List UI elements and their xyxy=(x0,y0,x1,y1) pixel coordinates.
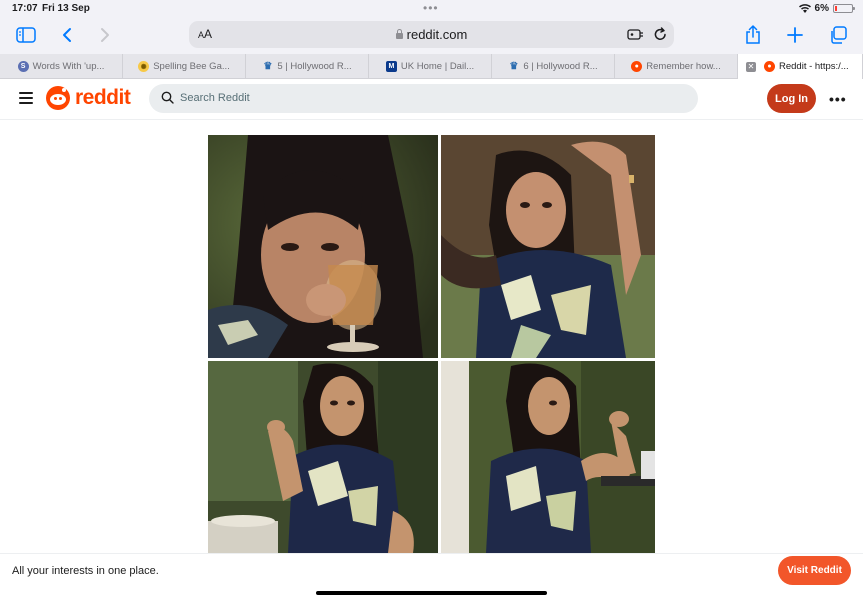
status-right: 6% xyxy=(798,3,855,14)
menu-icon[interactable] xyxy=(19,92,33,104)
url-display[interactable]: reddit.com xyxy=(189,27,674,42)
bottom-banner: All your interests in one place. Visit R… xyxy=(0,553,863,600)
reddit-header: reddit Search Reddit Log In ••• xyxy=(0,79,863,120)
status-bar: 17:07 Fri 13 Sep ••• 6% xyxy=(0,0,863,17)
status-date: Fri 13 Sep xyxy=(42,3,90,14)
lock-icon xyxy=(395,29,403,39)
tab-label: Spelling Bee Ga... xyxy=(153,61,230,72)
sidebar-toggle-icon[interactable] xyxy=(14,23,38,47)
reddit-icon: ● xyxy=(764,61,775,72)
tab-spelling-bee[interactable]: ✺ Spelling Bee Ga... xyxy=(123,54,246,79)
tab-reddit-active[interactable]: ✕ ● Reddit - https:/... xyxy=(738,54,863,79)
photo-top-right[interactable] xyxy=(441,135,655,358)
tab-hollywood-5[interactable]: ♛ 5 | Hollywood R... xyxy=(246,54,369,79)
crown-icon: ♛ xyxy=(263,61,273,72)
tab-label: Remember how... xyxy=(646,61,721,72)
visit-reddit-button[interactable]: Visit Reddit xyxy=(778,556,851,585)
share-icon[interactable] xyxy=(741,23,765,47)
status-time: 17:07 xyxy=(12,3,38,14)
reader-extension-icon[interactable] xyxy=(627,26,644,43)
photo-bottom-right[interactable] xyxy=(441,361,655,553)
m-square-icon: M xyxy=(385,61,397,72)
new-tab-icon[interactable] xyxy=(783,23,807,47)
tab-label: Words With 'up... xyxy=(32,61,105,72)
multitasking-dots-icon[interactable]: ••• xyxy=(423,1,439,15)
banner-message: All your interests in one place. xyxy=(12,565,159,577)
reddit-icon: ● xyxy=(631,61,643,72)
tab-label: UK Home | Dail... xyxy=(400,61,475,72)
snoo-icon xyxy=(46,86,70,110)
photo-top-left[interactable] xyxy=(208,135,438,358)
reddit-wordmark: reddit xyxy=(75,86,131,109)
login-button[interactable]: Log In xyxy=(767,84,816,113)
battery-percent: 6% xyxy=(814,3,829,14)
tab-label: 5 | Hollywood R... xyxy=(277,61,352,72)
post-image-grid[interactable] xyxy=(208,135,655,553)
tab-bar: S Words With 'up... ✺ Spelling Bee Ga...… xyxy=(0,54,863,79)
tab-label: Reddit - https:/... xyxy=(779,61,849,72)
url-text: reddit.com xyxy=(406,27,468,42)
s-circle-icon: S xyxy=(17,61,29,72)
wifi-icon xyxy=(798,4,811,13)
close-tab-icon[interactable]: ✕ xyxy=(746,61,756,72)
crown-icon: ♛ xyxy=(509,61,519,72)
tab-label: 6 | Hollywood R... xyxy=(523,61,598,72)
more-options-icon[interactable]: ••• xyxy=(829,91,847,107)
search-placeholder: Search Reddit xyxy=(180,92,250,104)
search-icon xyxy=(161,91,174,104)
tab-remember-how[interactable]: ● Remember how... xyxy=(615,54,738,79)
reddit-logo[interactable]: reddit xyxy=(46,86,131,110)
reload-icon[interactable] xyxy=(652,26,669,43)
battery-icon xyxy=(833,4,855,13)
tab-overview-icon[interactable] xyxy=(826,23,850,47)
forward-icon[interactable] xyxy=(93,23,117,47)
search-input[interactable]: Search Reddit xyxy=(149,84,698,113)
tab-words-with-up[interactable]: S Words With 'up... xyxy=(0,54,123,79)
address-bar[interactable]: AA reddit.com xyxy=(189,21,674,48)
browser-toolbar: AA reddit.com xyxy=(0,17,863,54)
tab-daily-mail[interactable]: M UK Home | Dail... xyxy=(369,54,492,79)
home-indicator[interactable] xyxy=(316,591,547,595)
tab-hollywood-6[interactable]: ♛ 6 | Hollywood R... xyxy=(492,54,615,79)
photo-bottom-left[interactable] xyxy=(208,361,438,553)
bee-icon: ✺ xyxy=(138,61,150,72)
back-icon[interactable] xyxy=(55,23,79,47)
